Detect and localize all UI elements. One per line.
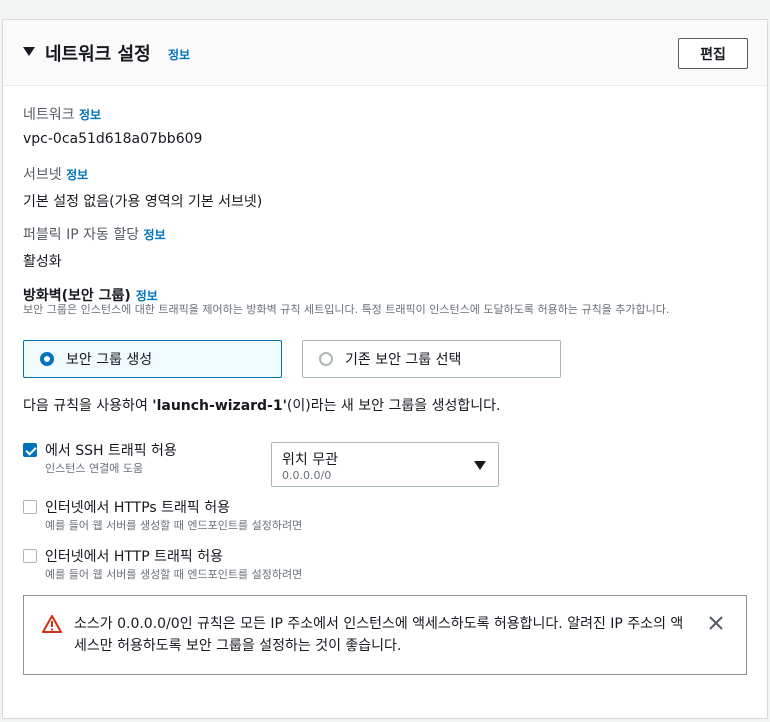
select-existing-group-option[interactable]: 기존 보안 그룹 선택 [302,340,561,378]
network-label: 네트워크 정보 [23,107,102,123]
subnet-value: 기본 설정 없음(가용 영역의 기본 서브넷) [23,194,263,210]
ssh-source-cidr: 0.0.0.0/0 [282,469,332,482]
panel-title: 네트워크 설정 [45,44,151,65]
ssh-source-value: 위치 무관 [282,452,338,468]
allow-https-sub: 예를 들어 웹 서버를 생성할 때 엔드포인트를 설정하려면 [45,519,303,532]
public-ip-label: 퍼블릭 IP 자동 할당 정보 [23,227,166,243]
panel-header: 네트워크 설정 정보 편집 [3,20,767,86]
subnet-info-link[interactable]: 정보 [66,168,88,182]
firewall-description: 보안 그룹은 인스턴스에 대한 트래픽을 제어하는 방화벽 규칙 세트입니다. … [23,303,670,316]
title-info-link[interactable]: 정보 [168,46,190,63]
allow-ssh-label: 에서 SSH 트래픽 허용 [45,443,177,459]
radio-selected-icon[interactable] [40,352,54,366]
warning-triangle-icon [42,615,62,633]
dropdown-caret-icon [474,461,486,470]
security-warning-alert: 소스가 0.0.0.0/0인 규칙은 모든 IP 주소에서 인스턴스에 액세스하… [23,595,747,675]
collapse-caret-icon[interactable] [23,47,35,56]
subnet-label: 서브넷 정보 [23,167,89,183]
network-info-link[interactable]: 정보 [79,108,101,122]
alert-message: 소스가 0.0.0.0/0인 규칙은 모든 IP 주소에서 인스턴스에 액세스하… [74,616,684,654]
radio-unselected-icon[interactable] [319,352,333,366]
public-ip-value: 활성화 [23,254,62,270]
edit-button[interactable]: 편집 [678,38,748,69]
create-group-sentence: 다음 규칙을 사용하여 'launch-wizard-1'(이)라는 새 보안 … [23,398,501,414]
firewall-info-link[interactable]: 정보 [136,289,158,303]
network-value: vpc-0ca51d618a07bb609 [23,131,203,147]
ssh-source-select[interactable]: 위치 무관 0.0.0.0/0 [271,442,499,487]
create-security-group-option[interactable]: 보안 그룹 생성 [23,340,282,378]
allow-https-label: 인터넷에서 HTTPs 트래픽 허용 [45,500,231,516]
allow-https-checkbox[interactable] [23,500,37,514]
allow-http-sub: 예를 들어 웹 서버를 생성할 때 엔드포인트를 설정하려면 [45,568,303,581]
allow-ssh-sub: 인스턴스 연결에 도움 [45,462,144,475]
allow-http-checkbox[interactable] [23,549,37,563]
allow-http-label: 인터넷에서 HTTP 트래픽 허용 [45,549,223,565]
allow-ssh-checkbox[interactable] [23,443,37,457]
network-settings-panel: 네트워크 설정 정보 편집 네트워크 정보 vpc-0ca51d618a07bb… [2,19,768,719]
public-ip-info-link[interactable]: 정보 [144,228,166,242]
close-icon[interactable] [708,615,724,631]
